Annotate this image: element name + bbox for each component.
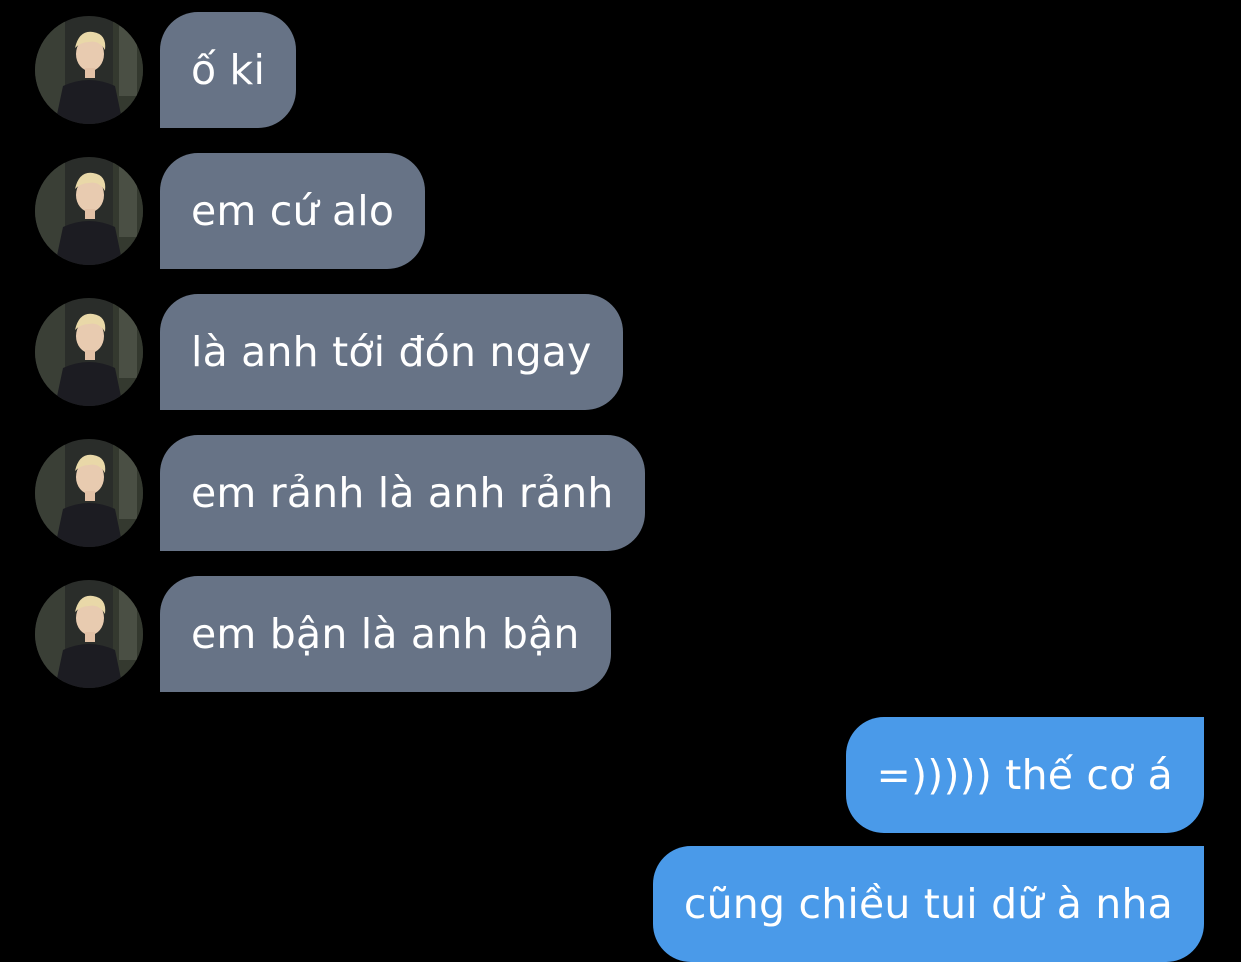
message-text: là anh tới đón ngay <box>191 328 592 376</box>
chat-thread: ố ki em cứ alo là anh tới đón ngay em rả… <box>0 0 1241 962</box>
avatar-photo-icon <box>35 16 143 124</box>
incoming-message-bubble[interactable]: ố ki <box>160 12 297 128</box>
avatar-photo-icon <box>35 157 143 265</box>
message-row-incoming: ố ki <box>35 12 297 128</box>
message-row-incoming: em bận là anh bận <box>35 576 611 692</box>
message-row-incoming: em cứ alo <box>35 153 426 269</box>
message-text: em cứ alo <box>191 187 395 235</box>
message-text: em bận là anh bận <box>191 610 580 658</box>
contact-avatar[interactable] <box>35 16 143 124</box>
incoming-message-bubble[interactable]: em bận là anh bận <box>160 576 611 692</box>
incoming-message-bubble[interactable]: em cứ alo <box>160 153 426 269</box>
message-text: =))))) thế cơ á <box>876 751 1173 799</box>
message-row-outgoing: =))))) thế cơ á <box>845 717 1204 833</box>
message-row-incoming: là anh tới đón ngay <box>35 294 623 410</box>
contact-avatar[interactable] <box>35 580 143 688</box>
avatar-photo-icon <box>35 439 143 547</box>
contact-avatar[interactable] <box>35 157 143 265</box>
message-text: cũng chiều tui dữ à nha <box>683 880 1173 928</box>
message-text: ố ki <box>191 46 266 94</box>
avatar-photo-icon <box>35 298 143 406</box>
outgoing-message-bubble[interactable]: =))))) thế cơ á <box>845 717 1204 833</box>
incoming-message-bubble[interactable]: là anh tới đón ngay <box>160 294 623 410</box>
contact-avatar[interactable] <box>35 439 143 547</box>
contact-avatar[interactable] <box>35 298 143 406</box>
avatar-photo-icon <box>35 580 143 688</box>
message-text: em rảnh là anh rảnh <box>191 469 614 517</box>
outgoing-message-bubble[interactable]: cũng chiều tui dữ à nha <box>652 846 1204 962</box>
message-row-outgoing: cũng chiều tui dữ à nha <box>652 846 1204 962</box>
message-row-incoming: em rảnh là anh rảnh <box>35 435 645 551</box>
incoming-message-bubble[interactable]: em rảnh là anh rảnh <box>160 435 645 551</box>
